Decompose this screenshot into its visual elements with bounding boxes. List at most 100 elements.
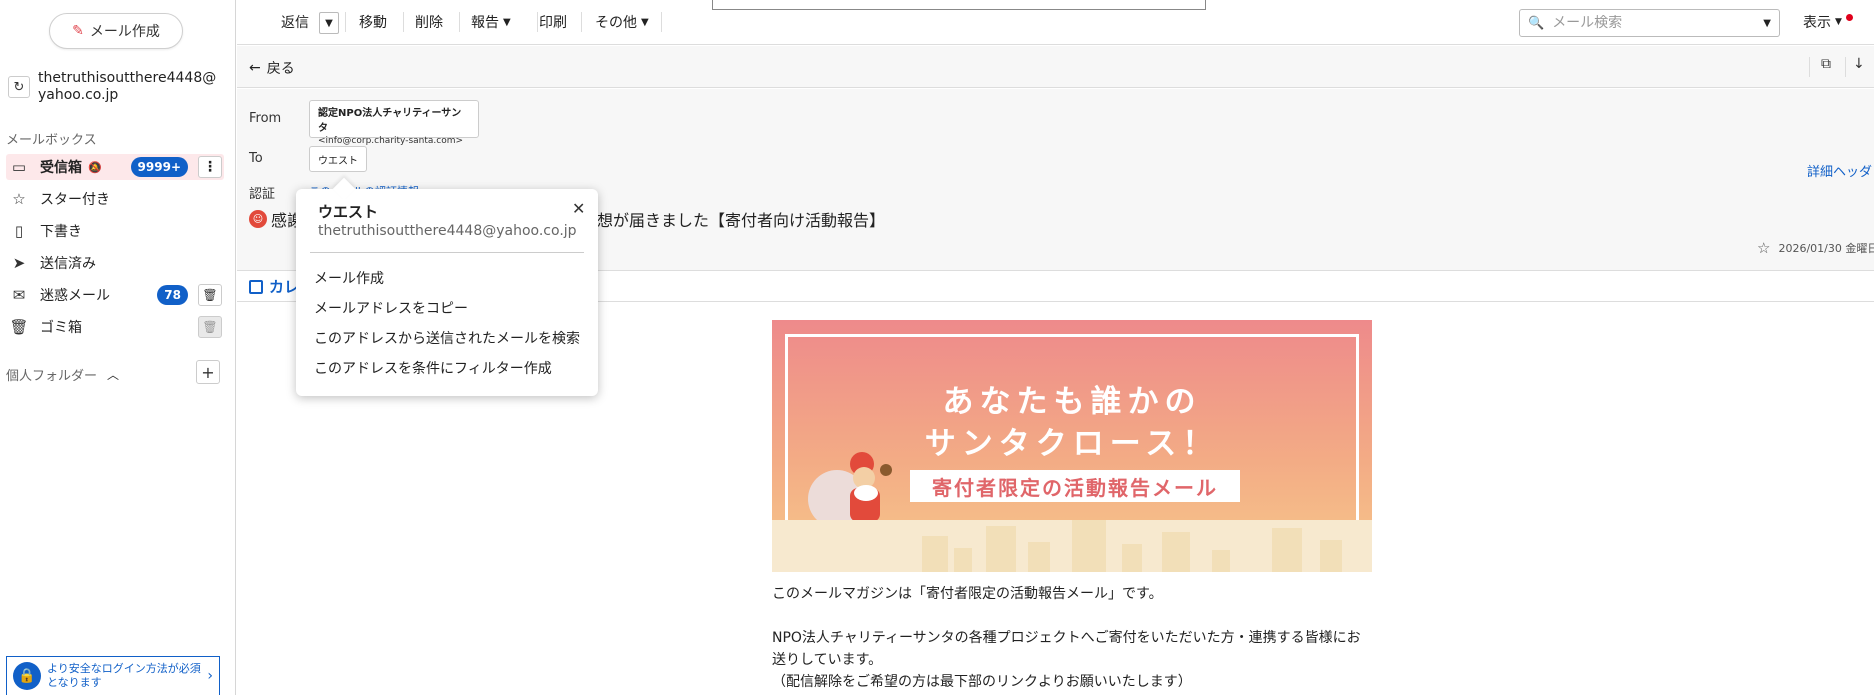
toolbar-divider bbox=[403, 12, 404, 32]
toolbar-divider bbox=[661, 12, 662, 32]
more-options-icon[interactable]: ⋮ bbox=[198, 156, 222, 178]
mute-icon: 🔕 bbox=[88, 160, 102, 174]
spam-icon: ✉ bbox=[12, 286, 26, 304]
display-label: 表示 bbox=[1803, 15, 1831, 31]
security-banner-text: より安全なログイン方法が必須となります bbox=[47, 662, 201, 689]
report-button[interactable]: 報告 ▼ bbox=[471, 12, 511, 32]
folder-sent[interactable]: ➤ 送信済み bbox=[6, 250, 224, 276]
folder-spam[interactable]: ✉ 迷惑メール 78 🗑 bbox=[6, 282, 224, 308]
compose-label: メール作成 bbox=[89, 24, 160, 40]
overlay-panel-edge bbox=[712, 0, 1206, 10]
caret-down-icon: ▼ bbox=[503, 16, 511, 28]
toolbar-divider bbox=[345, 12, 346, 32]
back-row: ← 戻る ⧉ ↓ bbox=[237, 46, 1874, 88]
detail-header-link[interactable]: 詳細ヘッダ bbox=[1807, 161, 1872, 180]
chevron-right-icon: › bbox=[207, 668, 213, 684]
folder-label: 受信箱 bbox=[40, 160, 82, 176]
reply-label: 返信 bbox=[281, 15, 309, 31]
account-email: thetruthisoutthere4448@yahoo.co.jp bbox=[38, 70, 217, 103]
building-shape bbox=[954, 548, 972, 572]
delete-label: 削除 bbox=[415, 15, 443, 31]
popup-item-search-from[interactable]: このアドレスから送信されたメールを検索 bbox=[314, 328, 580, 348]
star-icon[interactable]: ☆ bbox=[1757, 239, 1770, 257]
draft-icon: ▯ bbox=[14, 222, 24, 240]
building-shape bbox=[1028, 542, 1050, 572]
folder-starred[interactable]: ☆ スター付き bbox=[6, 186, 224, 212]
unread-count-badge: 9999+ bbox=[130, 157, 188, 177]
personal-folders-label: 個人フォルダー bbox=[6, 369, 98, 384]
subject-text: の感想が届きました【寄付者向け活動報告】 bbox=[565, 211, 886, 230]
move-label: 移動 bbox=[359, 15, 387, 31]
inbox-icon: ▭ bbox=[11, 158, 27, 176]
reply-dropdown-icon[interactable]: ▼ bbox=[319, 12, 339, 34]
search-input[interactable] bbox=[1552, 15, 1756, 31]
calendar-icon bbox=[249, 279, 263, 294]
sender-chip[interactable]: 認定NPO法人チャリティーサンタ <info@corp.charity-sant… bbox=[309, 100, 479, 146]
folder-trash[interactable]: 🗑 ゴミ箱 🗑 bbox=[6, 314, 224, 340]
toolbar-divider bbox=[537, 12, 538, 32]
banner-ribbon: 寄付者限定の活動報告メール bbox=[910, 470, 1240, 502]
folder-inbox[interactable]: ▭ 受信箱 🔕 9999+ ⋮ bbox=[6, 154, 224, 180]
building-shape bbox=[922, 536, 948, 572]
personal-folders-toggle[interactable]: 個人フォルダー ︿ bbox=[6, 365, 119, 384]
back-button[interactable]: ← 戻る bbox=[249, 58, 295, 78]
building-shape bbox=[1272, 528, 1302, 572]
folder-label: スター付き bbox=[40, 192, 110, 208]
close-icon[interactable]: ✕ bbox=[572, 199, 585, 218]
popup-item-compose[interactable]: メール作成 bbox=[314, 268, 384, 288]
folder-label: 迷惑メール bbox=[40, 288, 110, 304]
building-shape bbox=[1212, 550, 1230, 572]
contact-popup: ウエスト thetruthisoutthere4448@yahoo.co.jp … bbox=[296, 177, 598, 396]
sender-address: <info@corp.charity-santa.com> bbox=[318, 136, 464, 146]
toolbar-divider bbox=[581, 12, 582, 32]
city-skyline bbox=[772, 520, 1372, 572]
body-paragraph: このメールマガジンは「寄付者限定の活動報告メール」です。 bbox=[772, 586, 1163, 602]
auth-label: 認証 bbox=[249, 187, 276, 202]
lock-icon: 🔒 bbox=[13, 662, 41, 690]
account-row: ↻ thetruthisoutthere4448@yahoo.co.jp bbox=[8, 70, 228, 104]
caret-down-icon: ▼ bbox=[641, 16, 649, 28]
send-icon: ➤ bbox=[12, 254, 26, 272]
toolbar-divider bbox=[1809, 57, 1810, 77]
reply-button[interactable]: 返信 bbox=[281, 12, 309, 32]
folder-label: ゴミ箱 bbox=[40, 320, 82, 336]
popup-item-create-filter[interactable]: このアドレスを条件にフィルター作成 bbox=[314, 358, 552, 378]
delete-button[interactable]: 削除 bbox=[415, 12, 443, 32]
body-paragraph: （配信解除をご希望の方は最下部のリンクよりお願いいたします） bbox=[772, 674, 1192, 690]
building-shape bbox=[986, 526, 1016, 572]
mailbox-section-label: メールボックス bbox=[6, 133, 97, 148]
folder-label: 下書き bbox=[40, 224, 82, 240]
body-paragraph: 送りしています。 bbox=[772, 652, 883, 668]
display-button[interactable]: 表示 ▼ bbox=[1803, 12, 1853, 32]
recipient-chip[interactable]: ウエスト bbox=[309, 146, 367, 172]
from-label: From bbox=[249, 111, 282, 126]
toolbar-divider bbox=[1845, 57, 1846, 77]
popup-item-copy-address[interactable]: メールアドレスをコピー bbox=[314, 298, 468, 318]
open-new-window-icon[interactable]: ⧉ bbox=[1821, 56, 1831, 72]
more-label: その他 bbox=[595, 15, 637, 31]
more-button[interactable]: その他 ▼ bbox=[595, 12, 649, 32]
banner-title-line1: あなたも誰かの bbox=[942, 384, 1202, 420]
chevron-down-icon[interactable]: ▼ bbox=[1763, 18, 1771, 29]
spam-count-badge: 78 bbox=[157, 285, 188, 305]
caret-down-icon: ▼ bbox=[1835, 17, 1842, 27]
toolbar-divider bbox=[459, 12, 460, 32]
trash-icon: 🗑 bbox=[9, 318, 29, 336]
building-shape bbox=[1320, 540, 1342, 572]
notification-dot bbox=[1845, 13, 1853, 21]
empty-spam-button[interactable]: 🗑 bbox=[198, 284, 222, 306]
refresh-icon[interactable]: ↻ bbox=[8, 76, 30, 98]
compose-button[interactable]: ✎ メール作成 bbox=[49, 13, 183, 49]
add-folder-button[interactable]: + bbox=[196, 360, 220, 384]
print-button[interactable]: 印刷 bbox=[539, 12, 567, 32]
security-banner[interactable]: 🔒 より安全なログイン方法が必須となります › bbox=[6, 656, 220, 695]
popup-contact-name: ウエスト bbox=[318, 203, 379, 221]
sidebar: ✎ メール作成 ↻ thetruthisoutthere4448@yahoo.c… bbox=[0, 0, 236, 695]
empty-trash-button[interactable]: 🗑 bbox=[198, 316, 222, 338]
move-button[interactable]: 移動 bbox=[359, 12, 387, 32]
calendar-chip[interactable]: カレ bbox=[249, 276, 299, 297]
arrow-down-icon[interactable]: ↓ bbox=[1853, 56, 1865, 72]
sender-name: 認定NPO法人チャリティーサンタ bbox=[318, 108, 462, 134]
folder-drafts[interactable]: ▯ 下書き bbox=[6, 218, 224, 244]
calendar-label: カレ bbox=[269, 278, 300, 296]
